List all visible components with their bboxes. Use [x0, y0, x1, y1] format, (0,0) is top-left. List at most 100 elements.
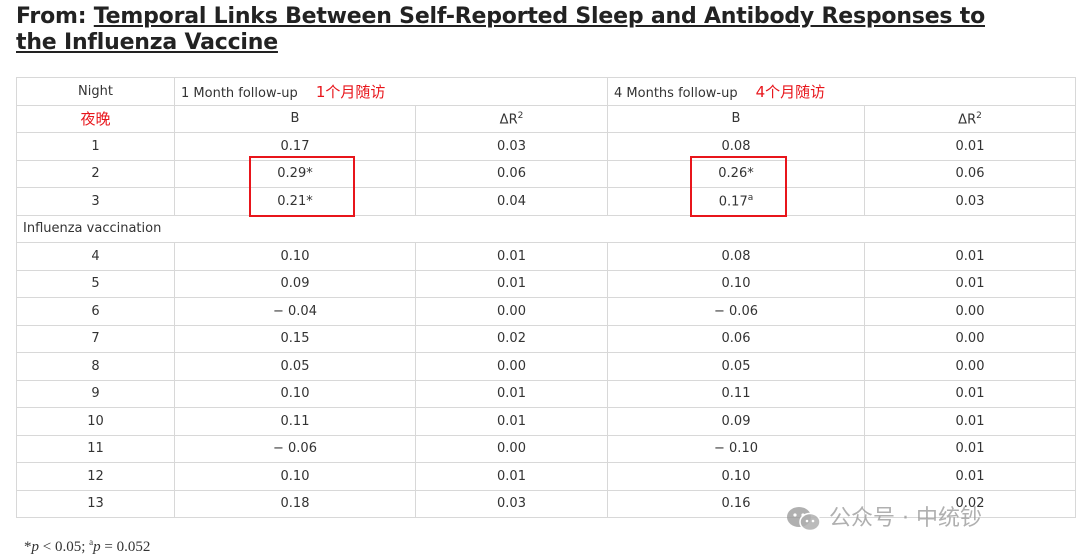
- night-annotation: 夜晚: [80, 110, 111, 129]
- b-4months-cell: 0.10: [607, 462, 866, 491]
- night-cell: 5: [16, 269, 175, 298]
- table-row: 4 0.10 0.01 0.08 0.01: [16, 242, 1077, 271]
- b-1month-cell: 0.10: [174, 242, 416, 271]
- dr-1month-cell: 0.03: [414, 489, 609, 518]
- header-b-1: B: [174, 104, 416, 133]
- b-4months-cell: 0.06: [607, 324, 866, 353]
- dr-1month-cell: 0.00: [414, 297, 609, 326]
- night-cell: 11: [16, 434, 175, 463]
- header-dr-2: ΔR2: [864, 104, 1077, 133]
- table-row: 12 0.10 0.01 0.10 0.01: [16, 462, 1077, 491]
- dr-4months-cell: 0.00: [864, 324, 1077, 353]
- dr-4months-cell: 0.00: [864, 352, 1077, 381]
- b-4months-cell: 0.08: [607, 242, 866, 271]
- table-row: 2 0.29* 0.06 0.26* 0.06: [16, 159, 1077, 188]
- night-cell: 9: [16, 379, 175, 408]
- dr-1month-cell: 0.01: [414, 407, 609, 436]
- dr-1month-cell: 0.01: [414, 242, 609, 271]
- b-4months-cell: 0.09: [607, 407, 866, 436]
- dr-4months-cell: 0.00: [864, 297, 1077, 326]
- dr-sup: 2: [976, 110, 982, 121]
- group2-label: 4 Months follow-up: [614, 85, 738, 101]
- night-annotation-cell: 夜晚: [16, 104, 175, 133]
- night-cell: 8: [16, 352, 175, 381]
- dr-4months-cell: 0.01: [864, 434, 1077, 463]
- group1-annotation: 1个月随访: [315, 82, 386, 101]
- b-1month-cell: 0.18: [174, 489, 416, 518]
- dr-label: ΔR: [499, 111, 518, 127]
- b-1month-cell: − 0.06: [174, 434, 416, 463]
- night-cell: 6: [16, 297, 175, 326]
- b-4months-cell: 0.05: [607, 352, 866, 381]
- table-header-row: Night 1 Month follow-up 1个月随访 4 Months fo…: [16, 77, 1077, 106]
- table-subheader-row: 夜晚 B ΔR2 B ΔR2: [16, 104, 1077, 133]
- b-1month-cell: 0.11: [174, 407, 416, 436]
- dr-1month-cell: 0.03: [414, 132, 609, 161]
- dr-4months-cell: 0.06: [864, 159, 1077, 188]
- night-cell: 3: [16, 187, 175, 216]
- table-row: 9 0.10 0.01 0.11 0.01: [16, 379, 1077, 408]
- table-row: 8 0.05 0.00 0.05 0.00: [16, 352, 1077, 381]
- table-row: 7 0.15 0.02 0.06 0.00: [16, 324, 1077, 353]
- watermark-text: 公众号 · 中统钞: [829, 506, 982, 531]
- night-cell: 2: [16, 159, 175, 188]
- b-1month-cell: − 0.04: [174, 297, 416, 326]
- table-row: 11− 0.06 0.00− 0.10 0.01: [16, 434, 1077, 463]
- title-prefix: From:: [16, 4, 94, 29]
- footnote-lt: < 0.05;: [39, 539, 90, 555]
- b-4months-cell: − 0.06: [607, 297, 866, 326]
- b-1month-cell: 0.10: [174, 379, 416, 408]
- dr-4months-cell: 0.01: [864, 269, 1077, 298]
- wechat-icon: [787, 507, 821, 532]
- footnote-eq: = 0.052: [100, 539, 151, 555]
- b-value: 0.08: [721, 138, 751, 154]
- table-row: 10 0.11 0.01 0.09 0.01: [16, 407, 1077, 436]
- footnote-p2: p: [93, 539, 101, 555]
- dr-4months-cell: 0.01: [864, 407, 1077, 436]
- b-1month-cell: 0.09: [174, 269, 416, 298]
- dr-4months-cell: 0.01: [864, 462, 1077, 491]
- section-label: Influenza vaccination: [15, 214, 1077, 243]
- group2-annotation: 4个月随访: [755, 82, 826, 101]
- dr-1month-cell: 0.04: [414, 187, 609, 216]
- b-1month-cell: 0.15: [174, 324, 416, 353]
- dr-1month-cell: 0.01: [414, 379, 609, 408]
- footnote: *p < 0.05; ap = 0.052: [24, 537, 151, 555]
- dr-4months-cell: 0.03: [864, 187, 1077, 216]
- night-cell: 7: [16, 324, 175, 353]
- header-group-4months: 4 Months follow-up 4个月随访: [607, 77, 1077, 106]
- night-cell: 12: [16, 462, 175, 491]
- dr-1month-cell: 0.06: [414, 159, 609, 188]
- footnote-p1: p: [31, 539, 40, 555]
- dr-1month-cell: 0.01: [414, 462, 609, 491]
- highlight-box-4months: [690, 156, 787, 217]
- dr-1month-cell: 0.02: [414, 324, 609, 353]
- b-4months-cell: − 0.10: [607, 434, 866, 463]
- page-title: From: Temporal Links Between Self-Report…: [16, 4, 1016, 56]
- header-b-2: B: [607, 104, 866, 133]
- article-title-link[interactable]: Temporal Links Between Self-Reported Sle…: [16, 4, 985, 55]
- header-night: Night: [16, 77, 175, 106]
- watermark: 公众号 · 中统钞: [785, 500, 982, 533]
- night-cell: 13: [16, 489, 175, 518]
- header-dr-1: ΔR2: [414, 104, 609, 133]
- night-cell: 4: [16, 242, 175, 271]
- b-1month-cell: 0.05: [174, 352, 416, 381]
- header-group-1month: 1 Month follow-up 1个月随访: [173, 77, 609, 106]
- dr-4months-cell: 0.01: [864, 132, 1077, 161]
- highlight-box-1month: [249, 156, 355, 217]
- dr-label: ΔR: [958, 111, 977, 127]
- table-row: 3 0.21* 0.04 0.17a 0.03: [16, 187, 1077, 216]
- table-row: 1 0.17 0.03 0.08 0.01: [16, 132, 1077, 161]
- dr-1month-cell: 0.00: [414, 434, 609, 463]
- night-cell: 10: [16, 407, 175, 436]
- dr-1month-cell: 0.00: [414, 352, 609, 381]
- table-row: 6− 0.04 0.00− 0.06 0.00: [16, 297, 1077, 326]
- table-row: 5 0.09 0.01 0.10 0.01: [16, 269, 1077, 298]
- b-4months-cell: 0.10: [607, 269, 866, 298]
- dr-4months-cell: 0.01: [864, 379, 1077, 408]
- dr-sup: 2: [517, 110, 524, 121]
- night-cell: 1: [16, 132, 175, 161]
- results-table: Night 1 Month follow-up 1个月随访 4 Months fo…: [15, 77, 1077, 518]
- dr-4months-cell: 0.01: [864, 242, 1077, 271]
